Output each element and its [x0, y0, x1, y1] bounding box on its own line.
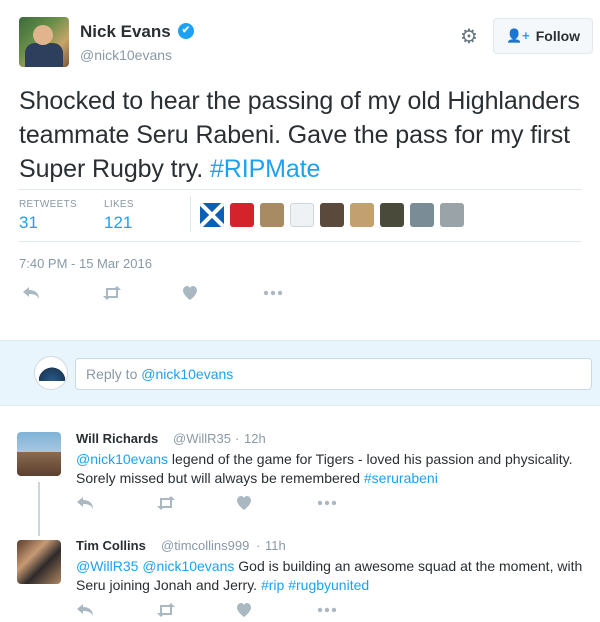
- reply-avatar[interactable]: [17, 540, 61, 584]
- reply-text: @nick10evans legend of the game for Tige…: [76, 450, 596, 488]
- meta-separator: ·: [235, 431, 240, 446]
- reply-time[interactable]: 11h: [265, 538, 286, 553]
- liker-avatar[interactable]: [350, 203, 374, 227]
- hashtag-link[interactable]: #serurabeni: [364, 470, 438, 486]
- reply-prefix: Reply to: [86, 366, 142, 382]
- follow-label: Follow: [535, 28, 581, 44]
- heart-icon[interactable]: [182, 285, 262, 306]
- hashtag-link[interactable]: #rip: [261, 577, 284, 593]
- liker-avatar[interactable]: [290, 203, 314, 227]
- retweets-label: RETWEETS: [19, 199, 77, 210]
- liker-avatar[interactable]: [200, 203, 224, 227]
- more-icon[interactable]: [316, 602, 396, 622]
- reply-author-name[interactable]: Tim Collins: [76, 538, 146, 553]
- liker-avatar[interactable]: [230, 203, 254, 227]
- reply-avatar[interactable]: [17, 432, 61, 476]
- divider: [19, 189, 581, 190]
- reply-author-handle[interactable]: @timcollins999: [161, 538, 249, 553]
- retweets-count[interactable]: 31: [19, 213, 38, 233]
- reply-author-handle[interactable]: @WillR35: [173, 431, 231, 446]
- add-user-icon: 👤+: [505, 28, 530, 43]
- verified-icon: ✔: [178, 23, 194, 39]
- reply-item: Tim Collins @timcollins999 · 11h @WillR3…: [0, 526, 600, 622]
- author-handle[interactable]: @nick10evans: [80, 47, 172, 63]
- reply-input[interactable]: Reply to @nick10evans: [75, 358, 592, 390]
- reply-handle: @nick10evans: [141, 366, 234, 382]
- more-icon[interactable]: [316, 495, 396, 516]
- reply-text: @WillR35 @nick10evans God is building an…: [76, 557, 596, 595]
- stat-separator: [190, 196, 191, 232]
- mention-link[interactable]: @nick10evans: [76, 451, 168, 467]
- current-user-avatar: [34, 356, 68, 390]
- meta-separator: ·: [256, 538, 261, 553]
- mention-link[interactable]: @WillR35: [76, 558, 138, 574]
- retweet-icon[interactable]: [156, 495, 236, 516]
- author-name[interactable]: Nick Evans: [80, 22, 171, 42]
- follow-button[interactable]: 👤+ Follow: [493, 18, 593, 54]
- retweet-icon[interactable]: [102, 285, 182, 306]
- reply-actions: [76, 602, 396, 622]
- liker-avatar[interactable]: [320, 203, 344, 227]
- more-icon[interactable]: [262, 285, 342, 306]
- mention-link[interactable]: @nick10evans: [142, 558, 234, 574]
- heart-icon[interactable]: [236, 495, 316, 516]
- likes-count[interactable]: 121: [104, 213, 132, 233]
- reply-time[interactable]: 12h: [244, 431, 266, 446]
- retweet-icon[interactable]: [156, 602, 236, 622]
- tweet-actions: [22, 285, 342, 306]
- divider: [19, 241, 581, 242]
- author-avatar[interactable]: [19, 17, 69, 67]
- liker-avatar[interactable]: [380, 203, 404, 227]
- tweet-text: Shocked to hear the passing of my old Hi…: [19, 84, 589, 186]
- reply-icon[interactable]: [76, 602, 156, 622]
- hashtag-link[interactable]: #rugbyunited: [288, 577, 369, 593]
- reply-icon[interactable]: [22, 285, 102, 306]
- reply-icon[interactable]: [76, 495, 156, 516]
- gear-icon[interactable]: ⚙: [458, 26, 480, 48]
- main-tweet: Nick Evans ✔ @nick10evans ⚙ 👤+ Follow Sh…: [0, 0, 600, 340]
- liker-avatar[interactable]: [260, 203, 284, 227]
- reply-bar: Reply to @nick10evans: [0, 340, 600, 406]
- hashtag-link[interactable]: #RIPMate: [210, 155, 320, 183]
- liker-avatar[interactable]: [410, 203, 434, 227]
- reply-item: Will Richards @WillR35 · 12h @nick10evan…: [0, 406, 600, 536]
- reply-author-name[interactable]: Will Richards: [76, 431, 158, 446]
- liker-avatars: [200, 203, 464, 227]
- reply-actions: [76, 495, 396, 516]
- liker-avatar[interactable]: [440, 203, 464, 227]
- heart-icon[interactable]: [236, 602, 316, 622]
- tweet-timestamp[interactable]: 7:40 PM - 15 Mar 2016: [19, 256, 152, 271]
- likes-label: LIKES: [104, 199, 134, 210]
